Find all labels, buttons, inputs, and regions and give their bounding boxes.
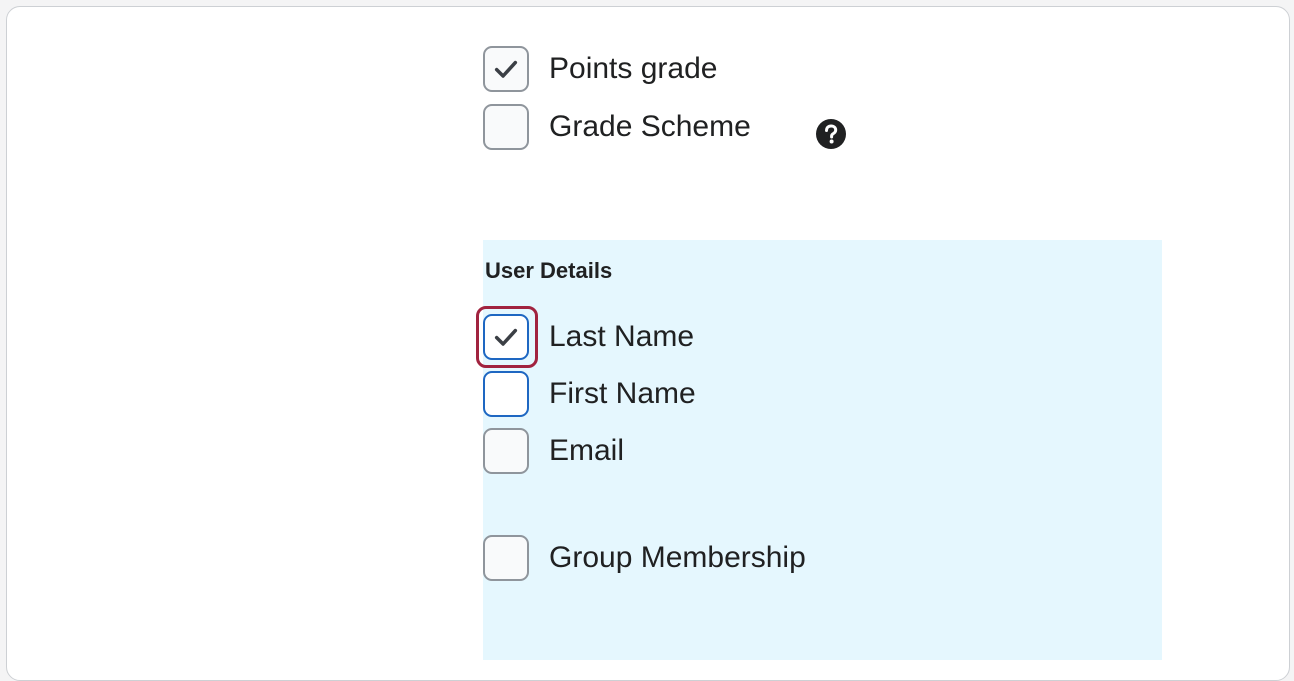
last-name-label: Last Name bbox=[549, 320, 695, 353]
first-name-checkbox[interactable] bbox=[483, 371, 529, 417]
email-option[interactable]: Email bbox=[483, 428, 624, 474]
points-grade-checkbox[interactable] bbox=[483, 46, 529, 92]
first-name-option[interactable]: First Name bbox=[483, 371, 696, 417]
group-membership-label: Group Membership bbox=[549, 541, 806, 574]
group-membership-checkbox[interactable] bbox=[483, 535, 529, 581]
grade-scheme-option[interactable]: Grade Scheme bbox=[483, 104, 751, 150]
user-details-heading: User Details bbox=[485, 258, 613, 283]
points-grade-option[interactable]: Points grade bbox=[483, 46, 717, 92]
group-membership-option[interactable]: Group Membership bbox=[483, 535, 806, 581]
last-name-highlight-box bbox=[476, 306, 538, 368]
grade-scheme-label: Grade Scheme bbox=[549, 110, 751, 143]
email-checkbox[interactable] bbox=[483, 428, 529, 474]
points-grade-label: Points grade bbox=[549, 52, 718, 85]
first-name-label: First Name bbox=[549, 377, 696, 410]
checkmark-icon bbox=[494, 60, 518, 78]
email-label: Email bbox=[549, 434, 625, 467]
grade-scheme-checkbox[interactable] bbox=[483, 104, 529, 150]
question-circle-icon[interactable] bbox=[815, 118, 847, 150]
